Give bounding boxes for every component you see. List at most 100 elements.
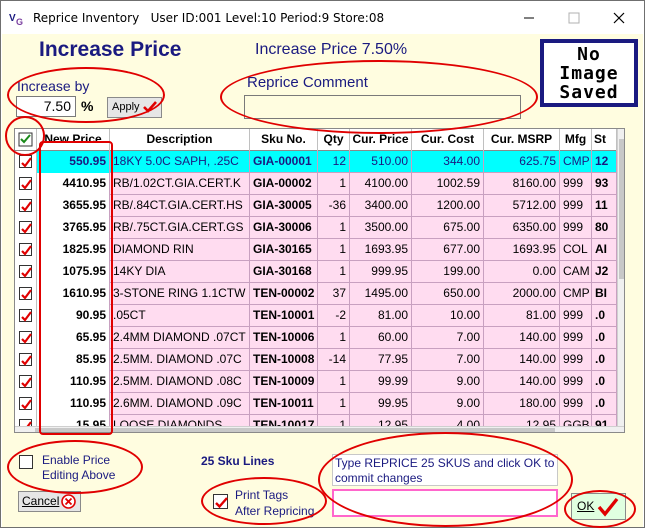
row-checkbox[interactable] (19, 287, 32, 300)
column-header-sku-no[interactable]: Sku No. (250, 129, 318, 151)
print-tags-checkbox[interactable] (213, 494, 228, 509)
new-price-cell[interactable]: 85.95 (37, 349, 110, 371)
cur-cost-cell: 7.00 (412, 327, 484, 349)
row-checkbox-cell[interactable] (15, 305, 37, 327)
ok-button[interactable]: OK (571, 493, 626, 520)
row-checkbox[interactable] (19, 309, 32, 322)
no-image-line-1: No (577, 43, 601, 65)
cur-price-cell: 1693.95 (350, 239, 412, 261)
table-row[interactable]: 15.95 LOOSE DIAMONDS TEN-10017 1 12.95 4.00 12… (15, 415, 617, 426)
row-checkbox-cell[interactable] (15, 173, 37, 195)
row-checkbox[interactable] (19, 199, 32, 212)
new-price-cell[interactable]: 15.95 (37, 415, 110, 426)
new-price-cell[interactable]: 1075.95 (37, 261, 110, 283)
new-price-cell[interactable]: 550.95 (37, 151, 110, 173)
table-row[interactable]: 85.95 2.5MM. DIAMOND .07C TEN-10008 -14 77.9… (15, 349, 617, 371)
column-header-cur-price[interactable]: Cur. Price (350, 129, 412, 151)
minimize-icon[interactable] (507, 5, 551, 31)
vertical-scrollbar[interactable] (617, 129, 624, 426)
table-row[interactable]: 3765.95 RB/.75CT.GIA.CERT.GS GIA-30006 1 350… (15, 217, 617, 239)
close-icon[interactable] (597, 5, 641, 31)
table-row[interactable]: 65.95 2.4MM DIAMOND .07CT TEN-10006 1 60.00 7… (15, 327, 617, 349)
row-checkbox[interactable] (19, 419, 32, 426)
row-checkbox-cell[interactable] (15, 415, 37, 426)
row-check-icon (21, 245, 32, 256)
row-checkbox[interactable] (19, 375, 32, 388)
table-row[interactable]: 3655.95 RB/.84CT.GIA.CERT.HS GIA-30005 -36 3… (15, 195, 617, 217)
row-checkbox[interactable] (19, 243, 32, 256)
row-checkbox-cell[interactable] (15, 239, 37, 261)
sku-cell: GIA-00002 (250, 173, 318, 195)
page-title: Increase Price (39, 38, 182, 61)
qty-cell: 12 (318, 151, 350, 173)
table-row[interactable]: 1075.95 14KY DIA GIA-30168 1 999.95 199.00 0.0… (15, 261, 617, 283)
svg-text:V: V (9, 13, 16, 24)
table-row[interactable]: 4410.95 RB/1.02CT.GIA.CERT.K GIA-00002 1 410… (15, 173, 617, 195)
increase-by-input[interactable]: 7.50 (16, 96, 76, 117)
column-header-new-price[interactable]: New Price (37, 129, 110, 151)
new-price-cell[interactable]: 1825.95 (37, 239, 110, 261)
mfg-cell: 999 (560, 305, 592, 327)
row-check-icon (21, 289, 32, 300)
table-row[interactable]: 1825.95 DIAMOND RIN GIA-30165 1 1693.95 677.0… (15, 239, 617, 261)
column-header-description[interactable]: Description (110, 129, 250, 151)
row-checkbox[interactable] (19, 265, 32, 278)
commit-command-input[interactable] (332, 489, 558, 517)
row-checkbox-cell[interactable] (15, 283, 37, 305)
table-row[interactable]: 110.95 2.6MM. DIAMOND .09C TEN-10011 1 99.95… (15, 393, 617, 415)
vertical-scroll-thumb[interactable] (619, 139, 624, 279)
row-checkbox[interactable] (19, 177, 32, 190)
new-price-cell[interactable]: 110.95 (37, 393, 110, 415)
maximize-icon[interactable] (552, 5, 596, 31)
row-checkbox[interactable] (19, 155, 32, 168)
row-check-icon (21, 267, 32, 278)
new-price-cell[interactable]: 65.95 (37, 327, 110, 349)
row-checkbox-cell[interactable] (15, 349, 37, 371)
row-checkbox-cell[interactable] (15, 393, 37, 415)
apply-button[interactable]: Apply (107, 97, 162, 118)
st-cell: .0 (592, 305, 617, 327)
column-header-cur-cost[interactable]: Cur. Cost (412, 129, 484, 151)
column-header-st[interactable]: St (592, 129, 617, 151)
row-checkbox-cell[interactable] (15, 217, 37, 239)
row-checkbox-cell[interactable] (15, 327, 37, 349)
new-price-cell[interactable]: 4410.95 (37, 173, 110, 195)
ok-button-label: OK (577, 499, 595, 513)
row-checkbox[interactable] (19, 353, 32, 366)
reprice-comment-input[interactable] (244, 95, 521, 119)
mfg-cell: CMP (560, 283, 592, 305)
cur-msrp-cell: 625.75 (484, 151, 560, 173)
new-price-cell[interactable]: 90.95 (37, 305, 110, 327)
column-header-cur-msrp[interactable]: Cur. MSRP (484, 129, 560, 151)
new-price-cell[interactable]: 3765.95 (37, 217, 110, 239)
new-price-cell[interactable]: 3655.95 (37, 195, 110, 217)
sku-cell: GIA-30006 (250, 217, 318, 239)
cancel-button[interactable]: Cancel (18, 491, 81, 512)
cur-msrp-cell: 140.00 (484, 371, 560, 393)
st-cell: AI (592, 239, 617, 261)
row-checkbox-cell[interactable] (15, 371, 37, 393)
horizontal-scrollbar[interactable] (15, 426, 624, 432)
cur-msrp-cell: 140.00 (484, 349, 560, 371)
table-row[interactable]: 550.95 18KY 5.0C SAPH, .25C GIA-00001 12 510… (15, 151, 617, 173)
horizontal-scroll-thumb[interactable] (35, 428, 555, 432)
table-row[interactable]: 90.95.05CT TEN-10001 -2 81.00 10.00 81.00 999.… (15, 305, 617, 327)
row-checkbox[interactable] (19, 221, 32, 234)
cur-msrp-cell: 8160.00 (484, 173, 560, 195)
title-bar[interactable]: V G Reprice Inventory User ID:001 Level:… (1, 1, 644, 34)
table-row[interactable]: 110.95 2.5MM. DIAMOND .08C TEN-10009 1 99.99… (15, 371, 617, 393)
row-checkbox[interactable] (19, 331, 32, 344)
row-checkbox-cell[interactable] (15, 261, 37, 283)
new-price-cell[interactable]: 110.95 (37, 371, 110, 393)
enable-price-editing-checkbox[interactable] (19, 455, 33, 469)
session-info: User ID:001 Level:10 Period:9 Store:08 (150, 11, 385, 25)
row-checkbox[interactable] (19, 397, 32, 410)
row-checkbox-cell[interactable] (15, 151, 37, 173)
sku-cell: TEN-10008 (250, 349, 318, 371)
row-checkbox-cell[interactable] (15, 195, 37, 217)
column-header-mfg[interactable]: Mfg (560, 129, 592, 151)
select-all-checkbox[interactable] (15, 129, 37, 151)
table-row[interactable]: 1610.95 3-STONE RING 1.1CTW TEN-00002 37 149… (15, 283, 617, 305)
new-price-cell[interactable]: 1610.95 (37, 283, 110, 305)
column-header-qty[interactable]: Qty (318, 129, 350, 151)
